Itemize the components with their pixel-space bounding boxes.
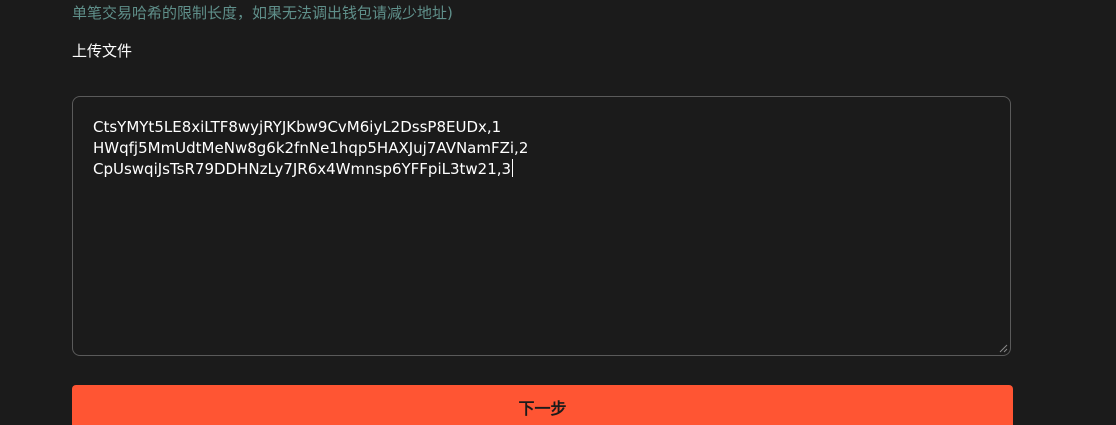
page: 单笔交易哈希的限制长度，如果无法调出钱包请减少地址) 上传文件 CtsYMYt5… — [0, 0, 1116, 425]
text-cursor — [512, 159, 514, 177]
address-textarea[interactable]: CtsYMYt5LE8xiLTF8wyjRYJKbw9CvM6iyL2DssP8… — [72, 96, 1011, 356]
address-line: HWqfj5MmUdtMeNw8g6k2fnNe1hqp5HAXJuj7AVNa… — [93, 138, 528, 159]
upload-file-link[interactable]: 上传文件 — [72, 41, 132, 61]
address-limit-hint: 单笔交易哈希的限制长度，如果无法调出钱包请减少地址) — [72, 4, 453, 22]
next-step-button[interactable]: 下一步 — [72, 385, 1013, 425]
address-line-text: HWqfj5MmUdtMeNw8g6k2fnNe1hqp5HAXJuj7AVNa… — [93, 139, 529, 157]
address-line: CtsYMYt5LE8xiLTF8wyjRYJKbw9CvM6iyL2DssP8… — [93, 118, 502, 136]
address-line: CpUswqiJsTsR79DDHNzLy7JR6x4Wmnsp6YFFpiL3… — [93, 159, 528, 180]
address-text-content[interactable]: CtsYMYt5LE8xiLTF8wyjRYJKbw9CvM6iyL2DssP8… — [93, 117, 528, 180]
resize-handle-icon[interactable] — [998, 343, 1008, 353]
address-line-text: CpUswqiJsTsR79DDHNzLy7JR6x4Wmnsp6YFFpiL3… — [93, 160, 512, 178]
